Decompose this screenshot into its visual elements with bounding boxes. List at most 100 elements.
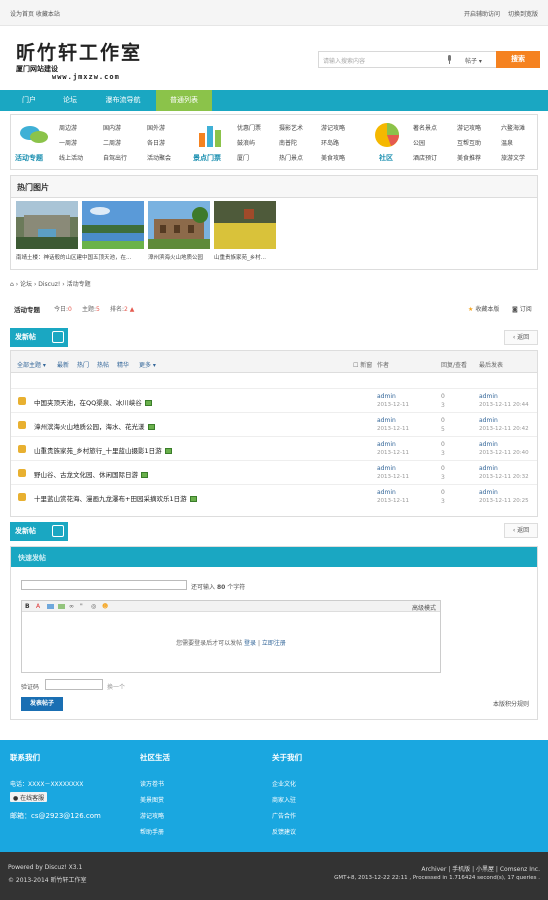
- category-link[interactable]: 二周游: [103, 138, 121, 147]
- nav-list[interactable]: 普通列表: [156, 90, 212, 111]
- hot-picture[interactable]: [82, 201, 144, 249]
- last-poster[interactable]: admin: [479, 441, 498, 448]
- nav-portal[interactable]: 门户: [10, 90, 48, 111]
- category-link[interactable]: 美食推荐: [457, 153, 481, 162]
- table-row[interactable]: 野山谷、古龙文化园、休闲国际日游 admin 2013-12-11 0 3 ad…: [11, 460, 537, 484]
- rules-link[interactable]: 本版积分规则: [493, 699, 529, 708]
- hot-picture[interactable]: [148, 201, 210, 249]
- category-link[interactable]: 国外游: [147, 123, 165, 132]
- footer-link[interactable]: 企业文化: [272, 779, 296, 788]
- back-button[interactable]: ‹ 返回: [504, 523, 538, 538]
- code-icon[interactable]: ◎: [91, 603, 96, 610]
- thread-author[interactable]: admin: [377, 441, 396, 448]
- powered-by[interactable]: Powered by Discuz! X3.1: [8, 864, 82, 871]
- category-link[interactable]: 厦门: [237, 153, 249, 162]
- category-link[interactable]: 互帮互助: [457, 138, 481, 147]
- category-link[interactable]: 温泉: [501, 138, 513, 147]
- table-row[interactable]: 十里蓝山赏花海、漫画九龙瀑布+田园采摘欢乐1日游 admin 2013-12-1…: [11, 484, 537, 508]
- footer-link[interactable]: 商家入驻: [272, 795, 296, 804]
- nav-forum[interactable]: 论坛: [50, 90, 90, 111]
- submit-post-button[interactable]: 发表帖子: [21, 697, 63, 711]
- home-icon[interactable]: ⌂: [10, 281, 14, 288]
- category-link[interactable]: 旅游文学: [501, 153, 525, 162]
- hot-picture-caption[interactable]: 南靖土楼：神话般的山区建筑模式: [16, 253, 82, 261]
- category-link[interactable]: 线上活动: [59, 153, 83, 162]
- table-row[interactable]: 漳州滨海火山地质公园，海水、花光漾 admin 2013-12-11 0 5 a…: [11, 412, 537, 436]
- thread-title[interactable]: 中国夹顶天池，在QQ渠泉、冰川峡谷: [34, 397, 152, 407]
- category-link[interactable]: 各日游: [147, 138, 165, 147]
- site-logo[interactable]: 昕竹轩工作室: [16, 38, 142, 65]
- tab-more[interactable]: 更多 ▾: [139, 360, 156, 369]
- subscribe-link[interactable]: ◙ 订阅: [512, 304, 532, 313]
- category-link[interactable]: 国内游: [103, 123, 121, 132]
- image-icon[interactable]: [47, 604, 54, 609]
- hot-picture-caption[interactable]: 漳州滨海火山地质公园: [148, 253, 214, 261]
- attachment-icon[interactable]: [58, 604, 65, 609]
- font-color-icon[interactable]: A: [36, 603, 40, 610]
- captcha-refresh[interactable]: 换一个: [107, 682, 125, 691]
- quote-icon[interactable]: ": [80, 603, 83, 610]
- subject-input[interactable]: [21, 580, 187, 590]
- bold-icon[interactable]: B: [25, 603, 30, 610]
- footer-link[interactable]: 广告合作: [272, 811, 296, 820]
- search-button[interactable]: 搜索: [496, 51, 540, 68]
- thread-author[interactable]: admin: [377, 465, 396, 472]
- category-link[interactable]: 活动聚会: [147, 153, 171, 162]
- category-link[interactable]: 酒店预订: [413, 153, 437, 162]
- new-thread-button[interactable]: 发新帖: [10, 328, 68, 347]
- last-poster[interactable]: admin: [479, 489, 498, 496]
- breadcrumb-item[interactable]: Discuz!: [38, 281, 60, 288]
- hot-picture[interactable]: [214, 201, 276, 249]
- category-link[interactable]: 游记攻略: [321, 123, 345, 132]
- category-link[interactable]: 游记攻略: [457, 123, 481, 132]
- footer-link[interactable]: 美景图赏: [140, 795, 164, 804]
- category-link[interactable]: 美食攻略: [321, 153, 345, 162]
- table-row[interactable]: 中国夹顶天池，在QQ渠泉、冰川峡谷 admin 2013-12-11 0 3 a…: [11, 388, 537, 412]
- hot-picture-caption[interactable]: 山重贵族家苑_乡村...: [214, 253, 280, 261]
- thread-title[interactable]: 山重贵族家苑_乡村旅行_十里蓝山摄影1日游: [34, 445, 172, 455]
- nav-waterfall[interactable]: 瀑布流导航: [92, 90, 154, 111]
- category-link[interactable]: 一周游: [59, 138, 77, 147]
- category-link[interactable]: 周边游: [59, 123, 77, 132]
- login-link[interactable]: 登录: [244, 640, 256, 647]
- footer-link[interactable]: 反馈建议: [272, 827, 296, 836]
- category-link[interactable]: 摄影艺术: [279, 123, 303, 132]
- accessibility-link[interactable]: 开启辅助访问: [464, 9, 500, 18]
- thread-title[interactable]: 十里蓝山赏花海、漫画九龙瀑布+田园采摘欢乐1日游: [34, 493, 197, 503]
- tab-hot[interactable]: 热门: [77, 360, 89, 369]
- category-link[interactable]: 自驾出行: [103, 153, 127, 162]
- footer-link[interactable]: 游记攻略: [140, 811, 164, 820]
- register-link[interactable]: 立即注册: [262, 640, 286, 647]
- last-poster[interactable]: admin: [479, 393, 498, 400]
- thread-author[interactable]: admin: [377, 489, 396, 496]
- thread-author[interactable]: admin: [377, 417, 396, 424]
- favorite-forum-link[interactable]: ★ 收藏本版: [468, 304, 499, 313]
- category-link[interactable]: 六鳌海滩: [501, 123, 525, 132]
- footer-link[interactable]: 读万卷书: [140, 779, 164, 788]
- advanced-mode-link[interactable]: 高级模式: [412, 603, 436, 612]
- thread-author[interactable]: admin: [377, 393, 396, 400]
- breadcrumb-item[interactable]: 论坛: [20, 281, 32, 288]
- category-link[interactable]: 南普陀: [279, 138, 297, 147]
- smiley-icon[interactable]: ☻: [102, 603, 108, 610]
- category-link[interactable]: 著名景点: [413, 123, 437, 132]
- tab-hot-posts[interactable]: 热帖: [97, 360, 109, 369]
- hot-picture[interactable]: [16, 201, 78, 249]
- category-link[interactable]: 公园: [413, 138, 425, 147]
- top-left-links[interactable]: 设为首页 收藏本站: [10, 9, 60, 18]
- bottom-links[interactable]: Archiver | 手机版 | 小黑屋 | Comsenz Inc.: [421, 864, 540, 873]
- tab-latest[interactable]: 最新: [57, 360, 69, 369]
- category-title-community[interactable]: 社区: [379, 153, 393, 163]
- captcha-input[interactable]: [45, 679, 103, 690]
- tab-digest[interactable]: 精华: [117, 360, 129, 369]
- microphone-icon[interactable]: [447, 55, 452, 64]
- wide-mode-link[interactable]: 切换到宽版: [508, 9, 538, 18]
- search-input[interactable]: 请输入搜索内容: [323, 56, 365, 65]
- qq-service-button[interactable]: ● 在线客服: [10, 792, 48, 802]
- category-link[interactable]: 鼓浪屿: [237, 138, 255, 147]
- link-icon[interactable]: ∞: [69, 603, 74, 610]
- thread-title[interactable]: 野山谷、古龙文化园、休闲国际日游: [34, 469, 148, 479]
- tab-all[interactable]: 全部主题 ▾: [17, 360, 46, 369]
- back-button[interactable]: ‹ 返回: [504, 330, 538, 345]
- search-scope-select[interactable]: 帖子 ▾: [465, 56, 482, 65]
